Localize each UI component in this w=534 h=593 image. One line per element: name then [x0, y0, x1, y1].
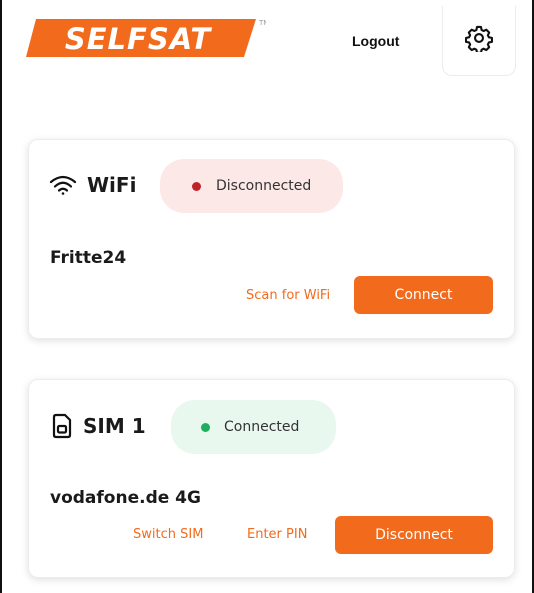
disconnect-button[interactable]: Disconnect — [335, 516, 493, 554]
trademark-mark: TM — [258, 19, 266, 27]
sim-status-badge: Connected — [171, 400, 336, 454]
wifi-icon — [49, 175, 77, 195]
window-border-left — [0, 0, 2, 593]
sim-network-name: vodafone.de 4G — [50, 488, 201, 508]
wifi-title-label: WiFi — [87, 173, 137, 197]
status-dot-red — [192, 181, 201, 191]
connect-button[interactable]: Connect — [354, 276, 493, 314]
wifi-title: WiFi — [49, 173, 136, 197]
logout-link[interactable]: Logout — [352, 33, 399, 49]
wifi-status-badge: Disconnected — [160, 159, 343, 213]
wifi-network-name: Fritte24 — [50, 248, 127, 268]
scan-wifi-link[interactable]: Scan for WiFi — [246, 288, 330, 303]
sim-card-icon — [52, 413, 72, 439]
enter-pin-link[interactable]: Enter PIN — [247, 527, 307, 542]
sim-status-label: Connected — [224, 419, 300, 435]
wifi-status-label: Disconnected — [216, 178, 312, 194]
status-dot-green — [201, 422, 210, 432]
sim-card: SIM 1 Connected vodafone.de 4G Switch SI… — [28, 379, 515, 578]
gear-icon — [465, 25, 493, 52]
logo-text: SELFSAT — [65, 22, 213, 56]
switch-sim-link[interactable]: Switch SIM — [133, 527, 203, 542]
wifi-card: WiFi Disconnected Fritte24 Scan for WiFi… — [28, 139, 515, 339]
settings-button[interactable] — [442, 6, 516, 76]
sim-title-label: SIM 1 — [83, 414, 146, 438]
selfsat-logo: SELFSAT TM — [26, 19, 266, 57]
sim-title: SIM 1 — [51, 413, 146, 439]
